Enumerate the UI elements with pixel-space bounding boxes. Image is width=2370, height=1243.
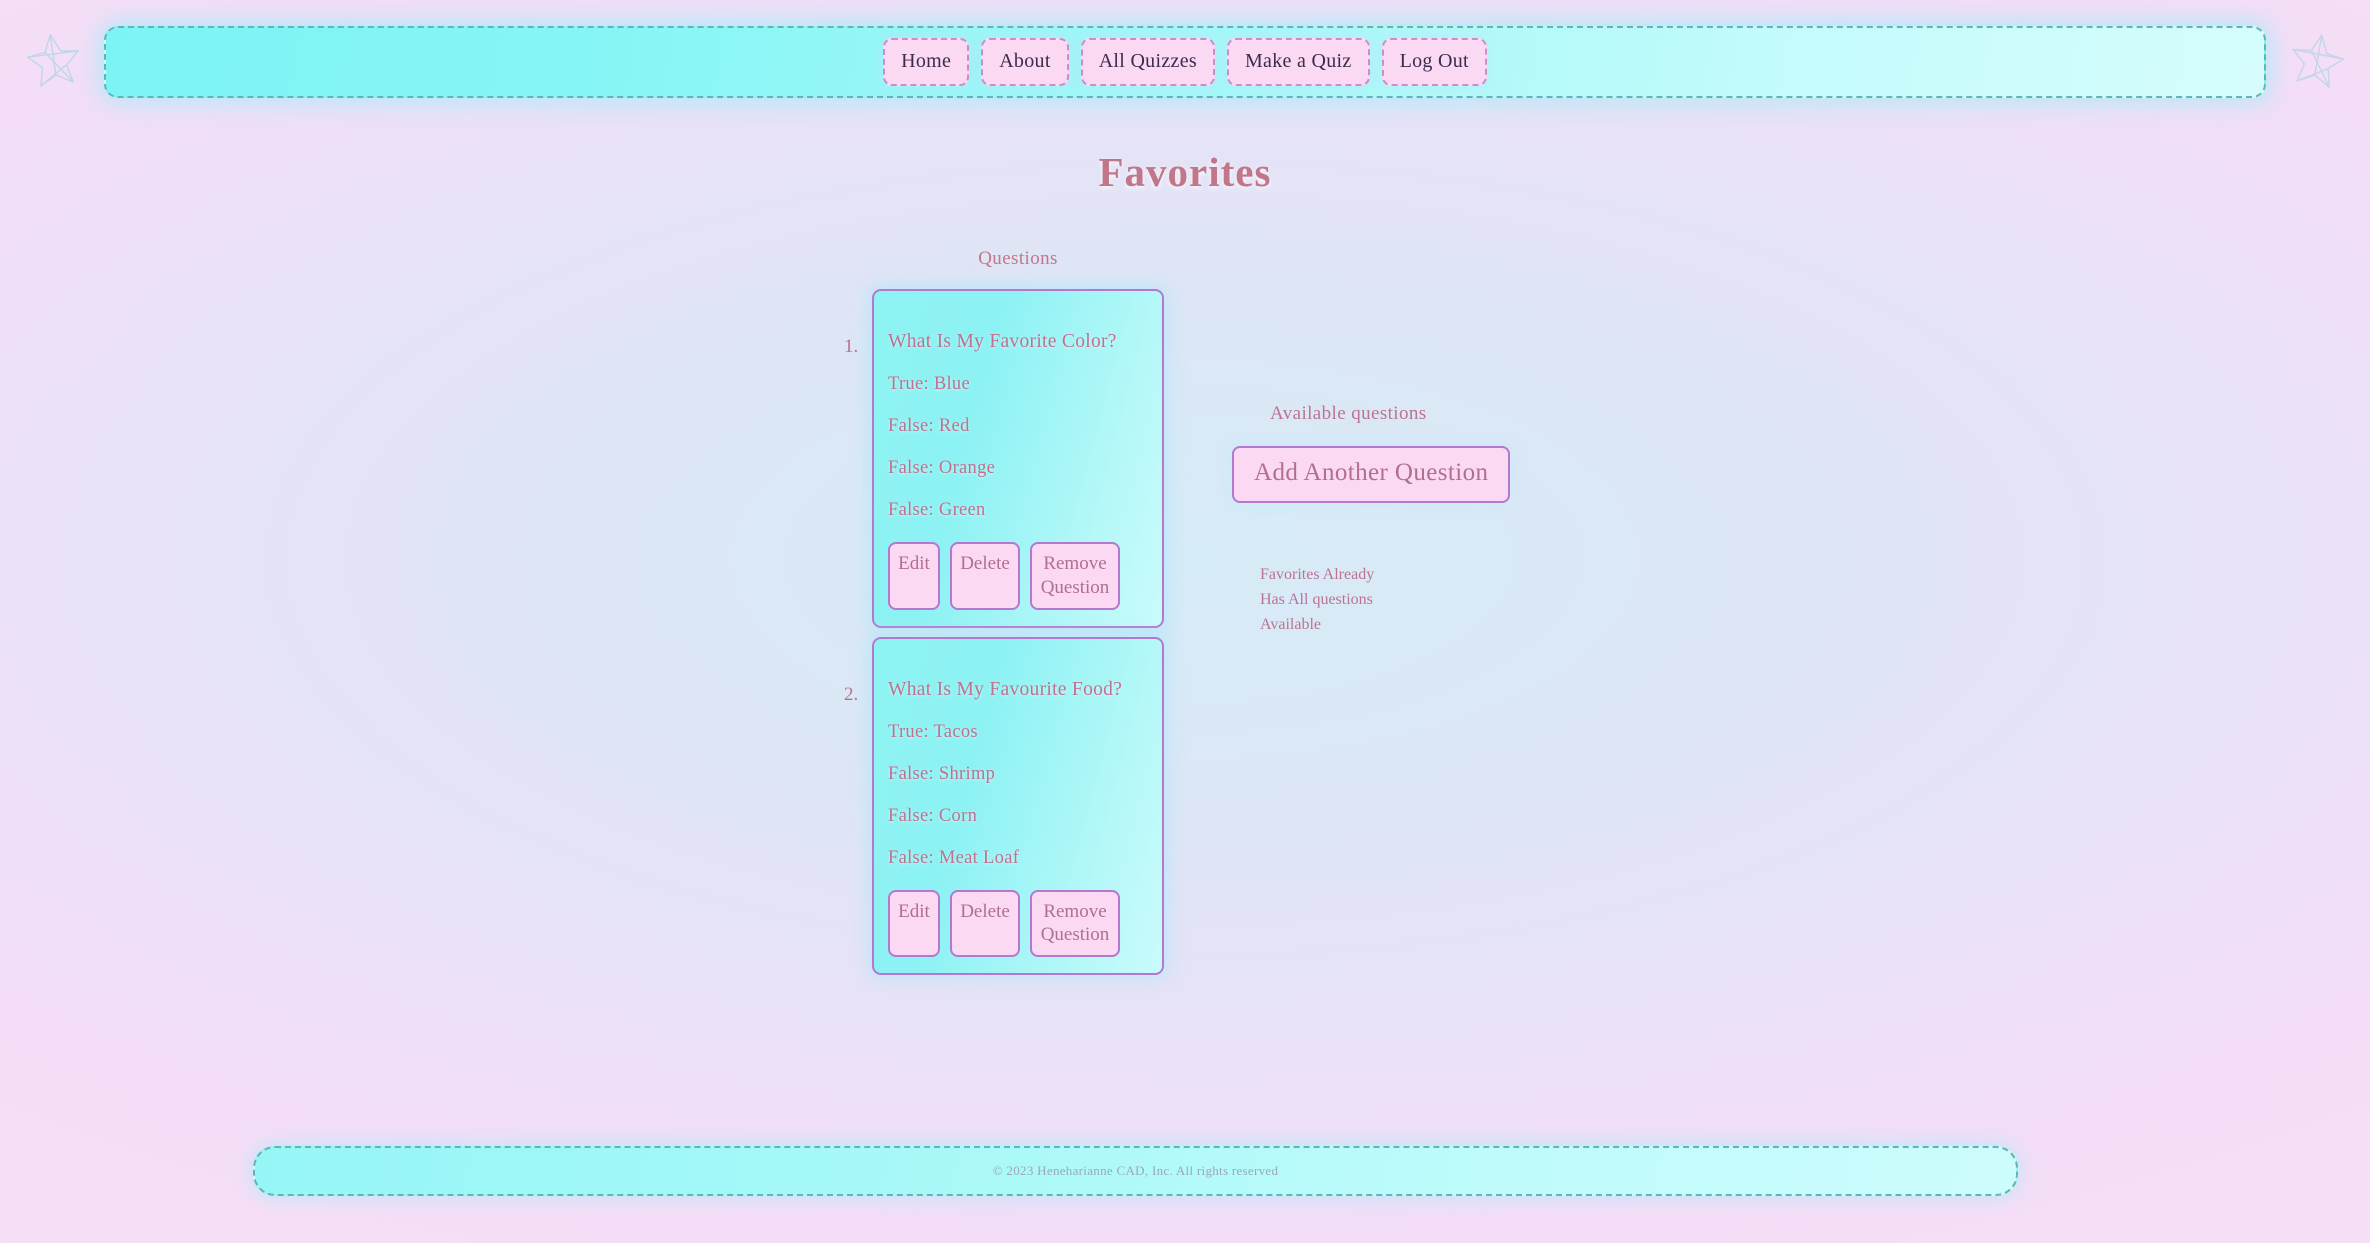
- question-actions: Edit Delete Remove Question: [888, 889, 1162, 957]
- answer-option: False: Green: [888, 500, 986, 520]
- question-card: What Is My Favorite Color? True: Blue Fa…: [872, 289, 1164, 628]
- answer-option: True: Tacos: [888, 721, 978, 742]
- edit-question-button[interactable]: Edit: [888, 542, 940, 610]
- answer-option: False: Meat Loaf: [888, 847, 1020, 868]
- nav-item-make-a-quiz[interactable]: Make a Quiz: [1226, 38, 1370, 86]
- add-another-question-button[interactable]: Add Another Question: [1232, 446, 1511, 503]
- remove-question-button[interactable]: Remove Question: [1030, 889, 1120, 957]
- question-text: What Is My Favorite Color?: [888, 331, 1117, 352]
- nav-item-all-quizzes[interactable]: All Quizzes: [1080, 38, 1215, 86]
- question-number: 1.: [844, 336, 859, 357]
- question-card-wrapper: 1. What Is My Favorite Color? True: Blue…: [844, 289, 1164, 628]
- answer-option: False: Orange: [888, 458, 996, 478]
- edit-question-button[interactable]: Edit: [888, 889, 940, 957]
- questions-column: Questions 1. What Is My Favorite Color? …: [844, 248, 1164, 984]
- question-text: What Is My Favourite Food?: [888, 678, 1123, 700]
- star-icon: [20, 26, 86, 92]
- delete-question-button[interactable]: Delete: [950, 542, 1020, 610]
- remove-question-button[interactable]: Remove Question: [1030, 542, 1120, 610]
- page-footer: © 2023 Heneharianne CAD, Inc. All rights…: [253, 1146, 2018, 1196]
- nav-item-about[interactable]: About: [981, 38, 1069, 86]
- answer-option: False: Shrimp: [888, 763, 996, 784]
- question-actions: Edit Delete Remove Question: [888, 542, 1162, 610]
- page-title: Favorites: [1098, 149, 1272, 195]
- available-questions-heading: Available questions: [1270, 403, 1427, 424]
- available-questions-column: Available questions Add Another Question…: [1232, 403, 1632, 637]
- nav-item-home[interactable]: Home: [883, 38, 970, 86]
- main-navigation: Home About All Quizzes Make a Quiz Log O…: [104, 26, 2266, 98]
- question-card-wrapper: 2. What Is My Favourite Food? True: Taco…: [844, 636, 1164, 975]
- available-questions-note: Favorites Already Has All questions Avai…: [1260, 566, 1375, 633]
- question-card: What Is My Favourite Food? True: Tacos F…: [872, 636, 1164, 975]
- copyright-text: © 2023 Heneharianne CAD, Inc. All rights…: [992, 1163, 1279, 1178]
- answer-option: False: Corn: [888, 805, 978, 826]
- delete-question-button[interactable]: Delete: [950, 889, 1020, 957]
- nav-item-log-out[interactable]: Log Out: [1381, 38, 1487, 86]
- star-icon: [2283, 25, 2350, 92]
- questions-heading: Questions: [978, 248, 1058, 269]
- answer-option: True: Blue: [888, 374, 970, 394]
- answer-option: False: Red: [888, 416, 970, 436]
- question-number: 2.: [844, 683, 859, 705]
